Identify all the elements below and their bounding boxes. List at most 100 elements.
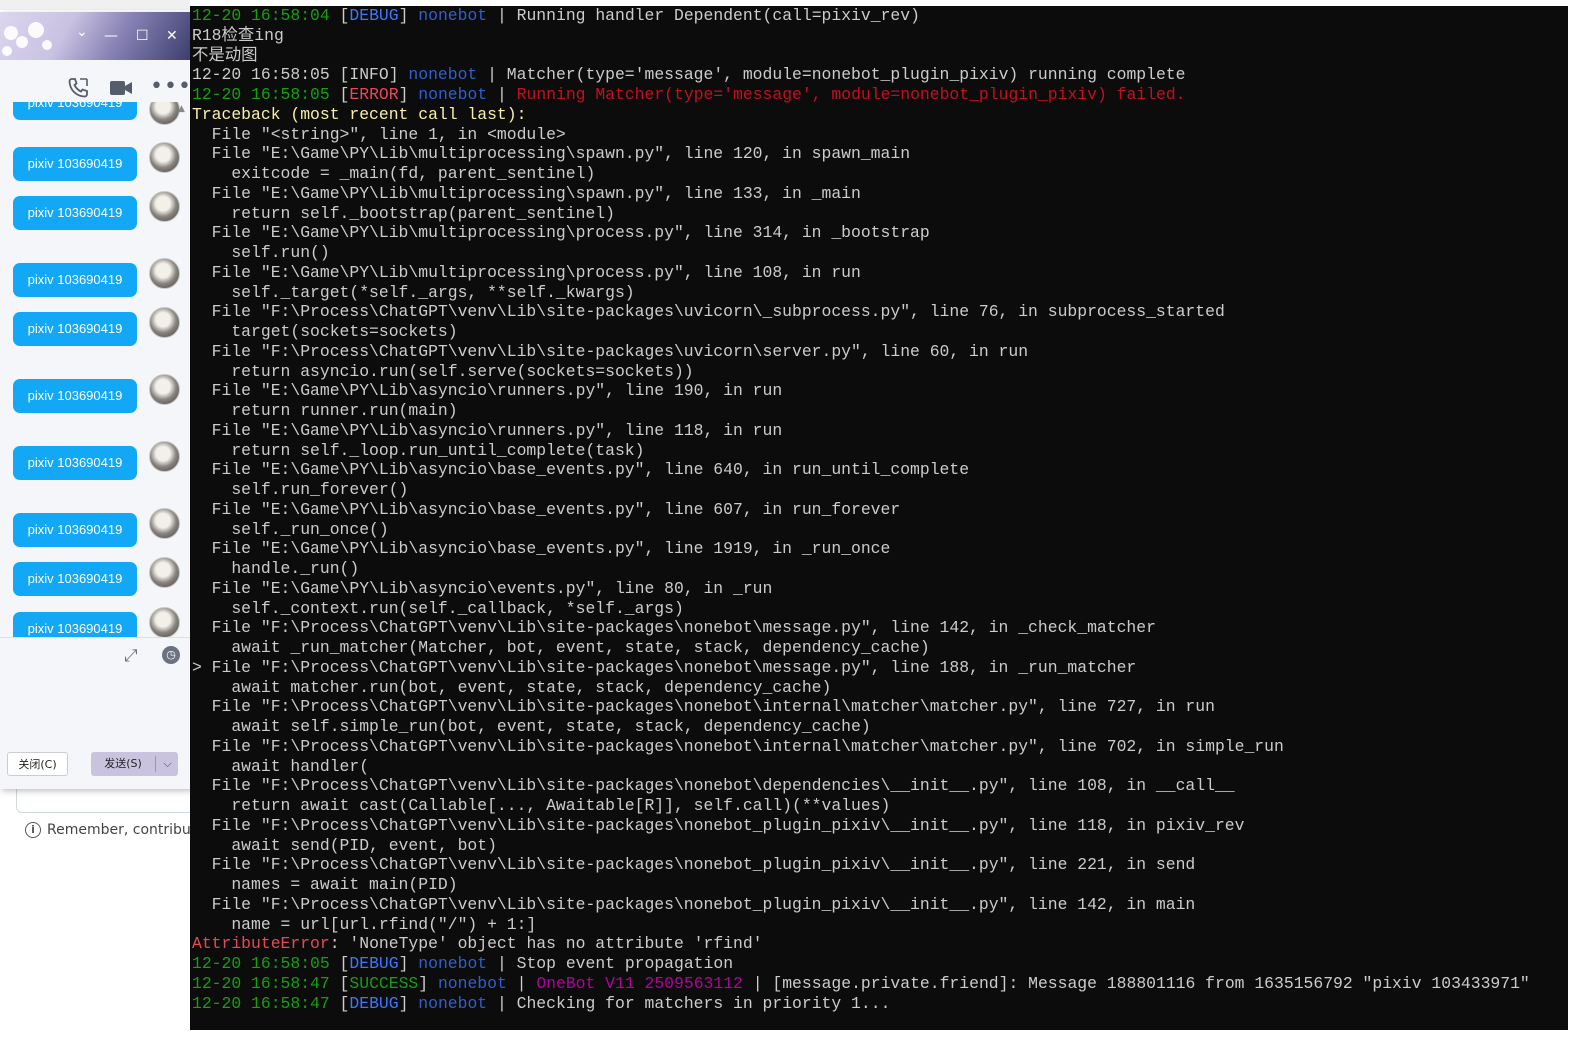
more-icon[interactable]: •••	[150, 74, 190, 99]
terminal-text-segment: File "F:\Process\ChatGPT\venv\Lib\site-p…	[192, 618, 1156, 638]
avatar[interactable]	[149, 557, 180, 588]
terminal-line: File "F:\Process\ChatGPT\venv\Lib\site-p…	[192, 618, 1530, 638]
message-bubble[interactable]: pixiv 103690419	[13, 562, 137, 596]
message-list: pixiv 103690419 pixiv 103690419 pixiv 10…	[0, 102, 190, 637]
minimize-icon[interactable]: —	[104, 28, 118, 44]
terminal-text-segment: names = await main(PID)	[192, 875, 458, 894]
terminal-line: return self._bootstrap(parent_sentinel)	[192, 204, 1530, 224]
terminal-line: 12-20 16:58:47 [DEBUG] nonebot | Checkin…	[192, 994, 1530, 1014]
blossom-decoration	[2, 46, 12, 56]
info-icon: i	[25, 822, 41, 838]
avatar[interactable]	[149, 307, 180, 338]
avatar[interactable]	[149, 607, 180, 637]
terminal-text-segment: | [message.private.friend]: Message 1888…	[742, 973, 1530, 993]
video-call-icon[interactable]	[108, 76, 134, 105]
background-topbar	[0, 0, 193, 10]
send-button-label: 发送(S)	[104, 757, 142, 770]
terminal-line: File "F:\Process\ChatGPT\venv\Lib\site-p…	[192, 697, 1530, 717]
terminal-line: File "F:\Process\ChatGPT\venv\Lib\site-p…	[192, 855, 1530, 875]
terminal-text-segment: ]	[398, 993, 419, 1013]
terminal-text-segment: handle._run()	[192, 559, 360, 578]
terminal-text-segment: [	[339, 993, 350, 1013]
terminal-text-segment: return self._loop.run_until_complete(tas…	[192, 440, 645, 460]
terminal-text-segment: File "E:\Game\PY\Lib\asyncio\base_events…	[192, 539, 891, 559]
terminal-line: File "F:\Process\ChatGPT\venv\Lib\site-p…	[192, 895, 1530, 915]
avatar[interactable]	[149, 102, 180, 125]
terminal-line: self._run_once()	[192, 520, 1530, 540]
terminal-text-segment: await matcher.run(bot, event, state, sta…	[192, 677, 832, 697]
terminal-text-segment: [	[339, 973, 350, 993]
maximize-icon[interactable]: ☐	[136, 28, 149, 44]
terminal-line: names = await main(PID)	[192, 875, 1530, 895]
close-window-icon[interactable]: ✕	[166, 28, 178, 44]
send-options-chevron-icon[interactable]: ⌵	[157, 752, 178, 776]
contribution-notice-text: Remember, contributi	[47, 822, 201, 838]
terminal-text-segment: File "F:\Process\ChatGPT\venv\Lib\site-p…	[192, 855, 1196, 875]
chat-window: ⌄ — ☐ ✕ ••• pixiv 103690419 pixiv 103690…	[0, 12, 191, 789]
message-bubble[interactable]: pixiv 103690419	[13, 147, 137, 181]
terminal-text-segment: File "E:\Game\PY\Lib\asyncio\events.py",…	[192, 578, 773, 598]
avatar[interactable]	[149, 142, 180, 173]
terminal-text-segment: | Running handler Dependent(call=pixiv_r…	[487, 6, 920, 25]
terminal-window[interactable]: 12-20 16:58:04 [DEBUG] nonebot | Running…	[190, 6, 1568, 1030]
collapse-icon[interactable]: ⌄	[76, 24, 88, 40]
terminal-text-segment: ]	[418, 973, 438, 993]
terminal-text-segment: await send(PID, event, bot)	[192, 835, 497, 855]
terminal-line: File "<string>", line 1, in <module>	[192, 125, 1530, 145]
message-bubble[interactable]: pixiv 103690419	[13, 379, 137, 413]
terminal-text-segment: 12-20 16:58:05	[192, 65, 340, 85]
terminal-text-segment: DEBUG	[349, 6, 399, 25]
terminal-line: self._target(*self._args, **self._kwargs…	[192, 283, 1530, 303]
message-bubble[interactable]: pixiv 103690419	[13, 612, 137, 637]
terminal-text-segment: File "E:\Game\PY\Lib\multiprocessing\pro…	[192, 223, 930, 243]
terminal-line: R18检查ing	[192, 26, 1530, 46]
terminal-text-segment: 12-20 16:58:47	[192, 973, 340, 993]
terminal-text-segment: File "F:\Process\ChatGPT\venv\Lib\site-p…	[192, 736, 1284, 756]
terminal-line: 12-20 16:58:47 [SUCCESS] nonebot | OneBo…	[192, 974, 1530, 994]
terminal-text-segment: File "E:\Game\PY\Lib\asyncio\base_events…	[192, 499, 901, 519]
terminal-text-segment: File "F:\Process\ChatGPT\venv\Lib\site-p…	[192, 697, 1215, 717]
terminal-text-segment: |	[487, 85, 517, 104]
terminal-line: await _run_matcher(Matcher, bot, event, …	[192, 638, 1530, 658]
terminal-line: File "E:\Game\PY\Lib\multiprocessing\spa…	[192, 184, 1530, 204]
terminal-text-segment: File "E:\Game\PY\Lib\asyncio\runners.py"…	[192, 420, 783, 440]
terminal-text-segment: nonebot	[418, 993, 488, 1013]
blossom-decoration	[42, 40, 52, 50]
message-bubble[interactable]: pixiv 103690419	[13, 312, 137, 346]
scroll-up-arrow-icon[interactable]: ▲	[178, 104, 185, 114]
terminal-line: self.run()	[192, 243, 1530, 263]
terminal-text-segment: > File "F:\Process\ChatGPT\venv\Lib\site…	[192, 657, 1137, 677]
avatar[interactable]	[149, 441, 180, 472]
avatar[interactable]	[149, 258, 180, 289]
terminal-line: File "F:\Process\ChatGPT\venv\Lib\site-p…	[192, 302, 1530, 322]
terminal-text-segment: DEBUG	[349, 993, 399, 1013]
send-button[interactable]: 发送(S) ⌵	[91, 752, 178, 776]
terminal-text-segment: 12-20 16:58:05	[192, 954, 340, 973]
terminal-text-segment: OneBot V11 2509563112	[536, 973, 743, 993]
avatar[interactable]	[149, 191, 180, 222]
message-bubble[interactable]: pixiv 103690419	[13, 446, 137, 480]
terminal-text-segment: name = url[url.rfind("/") + 1:]	[192, 914, 537, 934]
terminal-text-segment: nonebot	[418, 954, 488, 973]
message-input-area[interactable]: ⤢ ◷ 关闭(C) 发送(S) ⌵	[0, 637, 190, 789]
terminal-line: await send(PID, event, bot)	[192, 836, 1530, 856]
avatar[interactable]	[149, 508, 180, 539]
terminal-line: 12-20 16:58:05 [DEBUG] nonebot | Stop ev…	[192, 954, 1530, 974]
terminal-text-segment: 12-20 16:58:05	[192, 85, 340, 104]
terminal-line: name = url[url.rfind("/") + 1:]	[192, 915, 1530, 935]
phone-icon[interactable]	[66, 76, 90, 105]
close-button[interactable]: 关闭(C)	[7, 752, 68, 776]
terminal-text-segment: File "F:\Process\ChatGPT\venv\Lib\site-p…	[192, 776, 1235, 796]
avatar[interactable]	[149, 374, 180, 405]
message-bubble[interactable]: pixiv 103690419	[13, 513, 137, 547]
terminal-text-segment: File "E:\Game\PY\Lib\asyncio\base_events…	[192, 460, 970, 480]
expand-icon[interactable]: ⤢	[124, 646, 138, 666]
terminal-text-segment: | Stop event propagation	[487, 954, 734, 973]
message-bubble[interactable]: pixiv 103690419	[13, 196, 137, 230]
history-icon[interactable]: ◷	[162, 646, 180, 664]
terminal-text-segment: nonebot	[418, 85, 488, 104]
terminal-line: File "E:\Game\PY\Lib\asyncio\runners.py"…	[192, 381, 1530, 401]
message-bubble[interactable]: pixiv 103690419	[13, 102, 137, 120]
message-bubble[interactable]: pixiv 103690419	[13, 263, 137, 297]
terminal-line: File "E:\Game\PY\Lib\asyncio\events.py",…	[192, 579, 1530, 599]
